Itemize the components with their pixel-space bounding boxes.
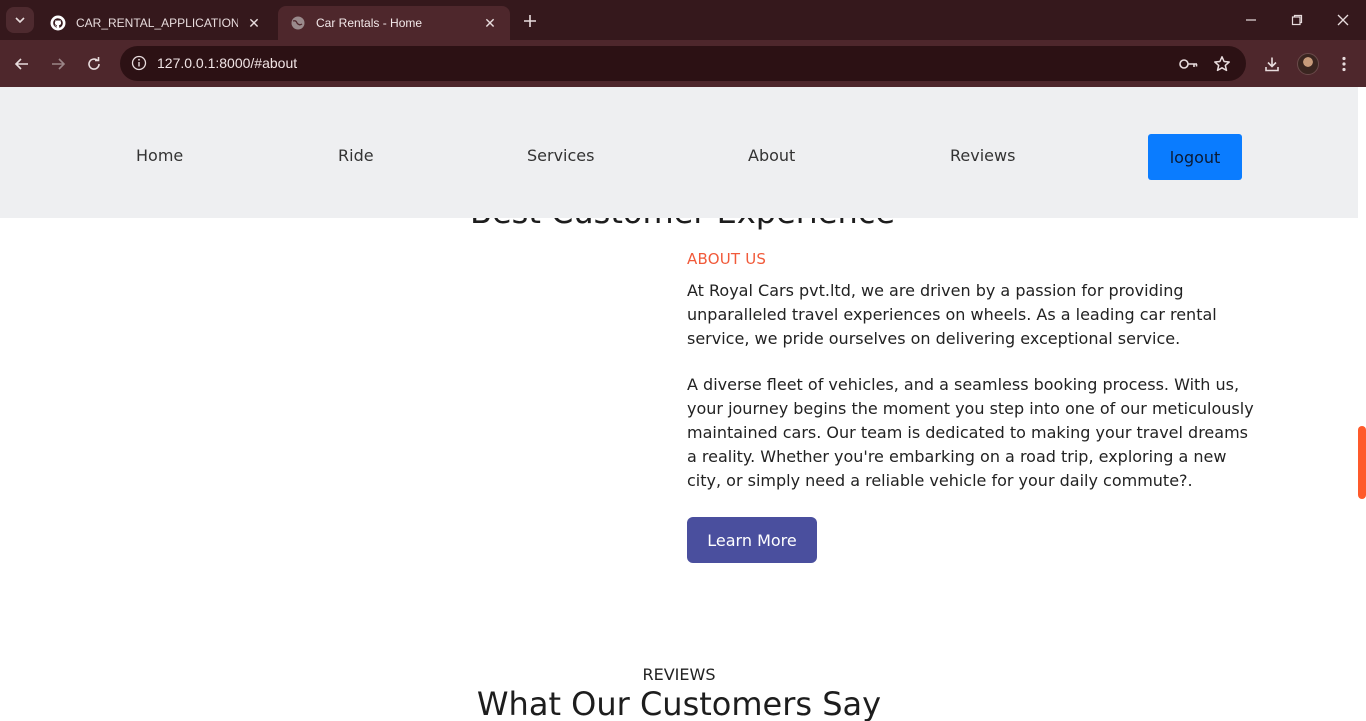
close-icon bbox=[1337, 14, 1349, 26]
reload-icon bbox=[88, 57, 100, 70]
reviews-eyebrow: REVIEWS bbox=[642, 665, 716, 684]
page-viewport: Best Customer Experience Home Ride Servi… bbox=[0, 87, 1366, 721]
minimize-button[interactable] bbox=[1228, 6, 1274, 34]
tab-title: CAR_RENTAL_APPLICATION/pp bbox=[76, 16, 238, 30]
profile-button[interactable] bbox=[1294, 50, 1322, 78]
browser-menu-button[interactable] bbox=[1330, 50, 1358, 78]
nav-link-services[interactable]: Services bbox=[527, 146, 594, 165]
restore-icon bbox=[1291, 14, 1303, 26]
nav-link-home[interactable]: Home bbox=[136, 146, 183, 165]
url-text[interactable]: 127.0.0.1:8000/#about bbox=[157, 55, 297, 71]
avatar bbox=[1297, 53, 1319, 75]
key-icon[interactable] bbox=[1178, 53, 1200, 75]
close-icon[interactable]: ✕ bbox=[482, 15, 498, 31]
tab-search-button[interactable] bbox=[6, 7, 34, 33]
close-window-button[interactable] bbox=[1320, 6, 1366, 34]
browser-tabstrip: CAR_RENTAL_APPLICATION/pp ✕ Car Rentals … bbox=[0, 0, 1366, 40]
globe-icon bbox=[290, 15, 306, 31]
site-navbar: Home Ride Services About Reviews logout bbox=[0, 87, 1358, 218]
github-icon bbox=[50, 15, 66, 31]
learn-more-button[interactable]: Learn More bbox=[687, 517, 817, 563]
new-tab-button[interactable] bbox=[518, 9, 542, 33]
download-icon bbox=[1265, 57, 1279, 72]
minimize-icon bbox=[1246, 19, 1256, 21]
tab-title: Car Rentals - Home bbox=[316, 16, 423, 30]
nav-link-reviews[interactable]: Reviews bbox=[950, 146, 1015, 165]
arrow-right-icon bbox=[52, 58, 66, 70]
scrollbar-thumb[interactable] bbox=[1358, 426, 1366, 499]
reviews-title: What Our Customers Say bbox=[476, 685, 882, 721]
tab-github[interactable]: CAR_RENTAL_APPLICATION/pp ✕ bbox=[38, 6, 274, 40]
reload-button[interactable] bbox=[80, 50, 108, 78]
address-bar[interactable]: 127.0.0.1:8000/#about bbox=[120, 46, 1246, 81]
forward-button[interactable] bbox=[44, 50, 72, 78]
chevron-down-icon bbox=[15, 17, 25, 24]
page-scrollbar[interactable] bbox=[1358, 87, 1366, 721]
about-eyebrow: ABOUT US bbox=[687, 250, 767, 268]
about-paragraph-1: At Royal Cars pvt.ltd, we are driven by … bbox=[687, 281, 1217, 348]
more-vert-icon bbox=[1342, 56, 1346, 72]
maximize-button[interactable] bbox=[1274, 6, 1320, 34]
arrow-left-icon bbox=[14, 58, 28, 70]
tab-car-rentals[interactable]: Car Rentals - Home ✕ bbox=[278, 6, 510, 40]
close-icon[interactable]: ✕ bbox=[246, 15, 262, 31]
downloads-button[interactable] bbox=[1258, 50, 1286, 78]
about-paragraph-2: A diverse fleet of vehicles, and a seaml… bbox=[687, 375, 1254, 490]
plus-icon bbox=[524, 15, 536, 27]
nav-link-ride[interactable]: Ride bbox=[338, 146, 374, 165]
star-icon[interactable] bbox=[1211, 53, 1233, 75]
nav-link-about[interactable]: About bbox=[748, 146, 795, 165]
browser-toolbar: 127.0.0.1:8000/#about bbox=[0, 40, 1366, 87]
back-button[interactable] bbox=[8, 50, 36, 78]
site-info-icon[interactable] bbox=[128, 52, 150, 74]
logout-button[interactable]: logout bbox=[1148, 134, 1242, 180]
